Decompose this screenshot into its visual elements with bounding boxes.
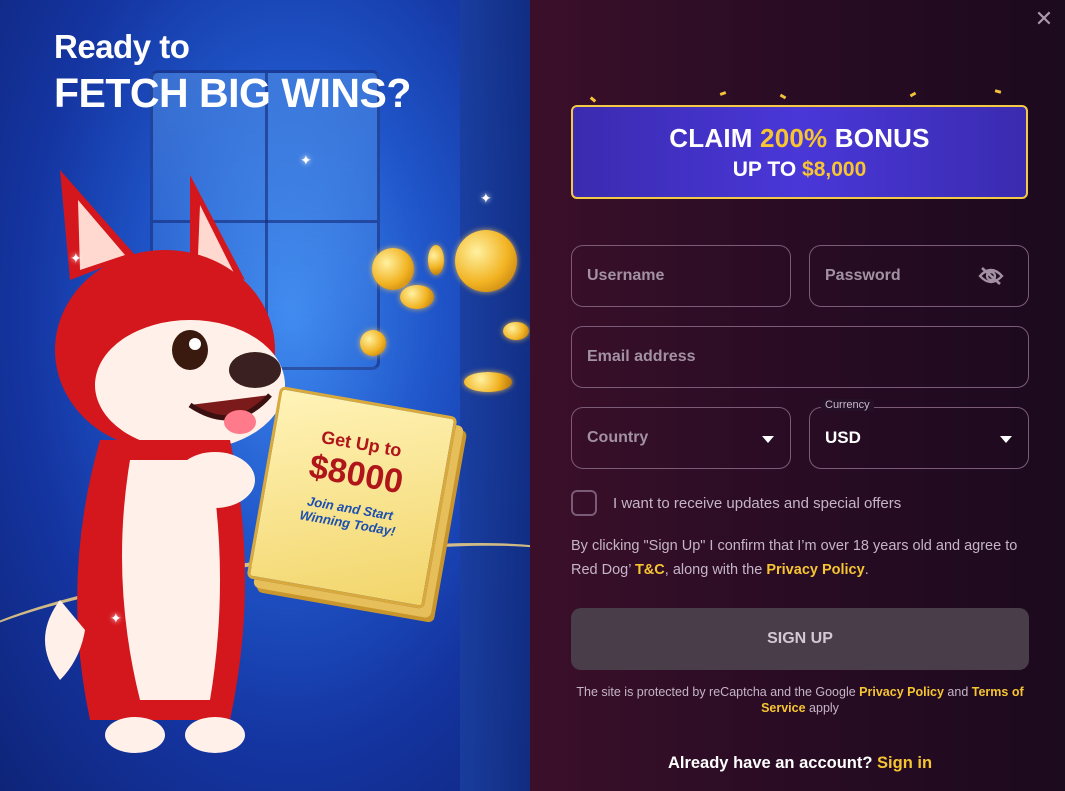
confetti-decoration [779,93,787,100]
bonus-claim: CLAIM [669,123,753,153]
recaptcha-notice: The site is protected by reCaptcha and t… [571,684,1029,716]
country-placeholder: Country [587,429,649,446]
bonus-line2: UP TO $8,000 [573,158,1026,182]
currency-label: Currency [821,399,874,411]
password-field[interactable]: Password [809,245,1029,307]
background-curtain [460,0,530,791]
username-field[interactable]: Username [571,245,791,307]
promo-heading: Ready to FETCH BIG WINS? [54,28,411,117]
recaptcha-text: and [943,685,972,699]
updates-checkbox[interactable] [571,490,597,516]
username-placeholder: Username [587,267,665,284]
signup-modal: Ready to FETCH BIG WINS? Get Up to $8000… [0,0,1065,791]
bonus-percent: 200% [760,123,828,153]
currency-value: USD [825,428,861,447]
coin-decoration [455,230,517,292]
bonus-up-to: UP TO [732,158,797,181]
bonus-book: Get Up to $8000 Join and Start Winning T… [246,385,458,610]
confetti-decoration [719,91,727,96]
sign-in-link[interactable]: Sign in [877,754,932,772]
coin-decoration [428,245,444,275]
email-placeholder: Email address [587,348,696,365]
confetti-decoration [994,89,1002,94]
chevron-down-icon [762,436,774,443]
promo-heading-line2: FETCH BIG WINS? [54,70,411,116]
legal-text: . [864,562,869,578]
updates-label: I want to receive updates and special of… [613,494,902,512]
google-privacy-link[interactable]: Privacy Policy [859,685,944,699]
legal-notice: By clicking "Sign Up" I confirm that I’m… [571,534,1041,582]
sign-in-prompt: Already have an account? Sign in [571,754,1029,773]
promo-heading-line1: Ready to [54,28,190,65]
coin-decoration [360,330,386,356]
sign-up-button[interactable]: SIGN UP [571,608,1029,670]
recaptcha-text: The site is protected by reCaptcha and t… [576,685,860,699]
signup-form-panel: ✕ CLAIM 200% BONUS UP TO $8,000 Username… [530,0,1065,791]
close-icon[interactable]: ✕ [1033,8,1055,30]
legal-text: , along with the [664,562,767,578]
confetti-decoration [909,91,917,98]
privacy-policy-link[interactable]: Privacy Policy [766,562,864,578]
sparkle-icon: ✦ [110,610,122,626]
coin-decoration [400,285,434,309]
bonus-word: BONUS [834,123,930,153]
tc-link[interactable]: T&C [635,562,665,578]
currency-select[interactable]: Currency USD [809,399,1029,469]
updates-opt-in: I want to receive updates and special of… [571,490,901,516]
sparkle-icon: ✦ [300,152,312,168]
coin-decoration [372,248,414,290]
confetti-decoration [589,96,597,103]
coin-decoration [503,322,529,340]
password-placeholder: Password [825,267,901,284]
eye-off-icon[interactable] [978,266,1004,286]
bonus-amount: $8,000 [802,158,867,181]
chevron-down-icon [1000,436,1012,443]
bonus-banner: CLAIM 200% BONUS UP TO $8,000 [571,105,1028,199]
coin-decoration [464,372,512,392]
sparkle-icon: ✦ [70,250,82,266]
have-account-text: Already have an account? [667,754,873,772]
country-select[interactable]: Country [571,407,791,469]
sparkle-icon: ✦ [480,190,492,206]
recaptcha-text: apply [805,701,839,715]
email-field[interactable]: Email address [571,326,1029,388]
promo-panel: Ready to FETCH BIG WINS? Get Up to $8000… [0,0,530,791]
bonus-line1: CLAIM 200% BONUS [573,123,1026,154]
